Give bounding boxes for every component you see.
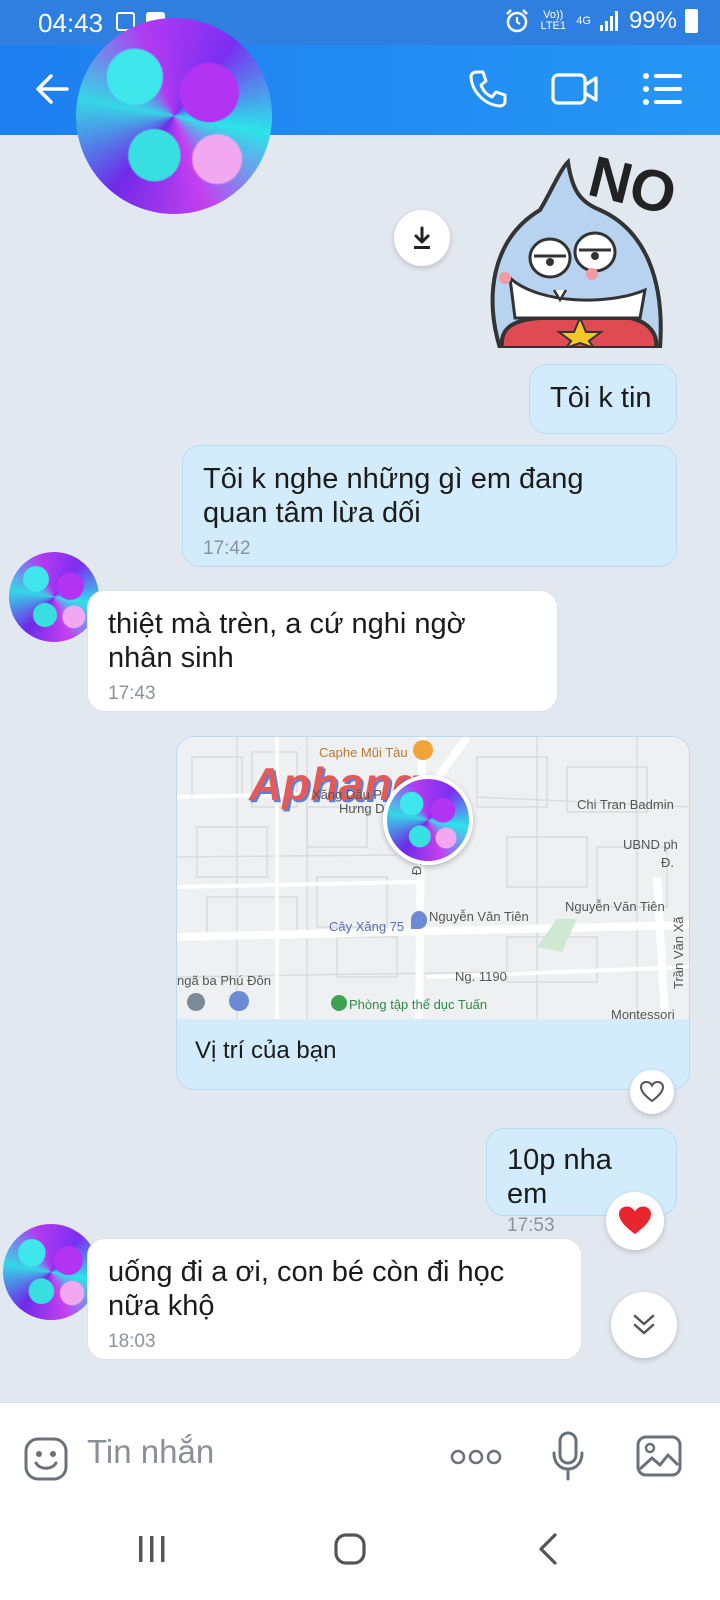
signal-icon <box>599 11 618 31</box>
map-label-montessori: Montessori <box>611 1007 675 1019</box>
shark-no-sticker: NO <box>490 144 680 348</box>
alarm-icon <box>506 9 529 33</box>
microphone-icon[interactable] <box>552 1431 584 1481</box>
map-label-d-right: Đ. <box>661 855 674 870</box>
phone-icon[interactable] <box>468 69 508 109</box>
message-text: uống đi a ơi, con bé còn đi học nữa khộ <box>108 1256 505 1322</box>
home-icon[interactable] <box>334 1532 366 1566</box>
reaction-heart-badge[interactable] <box>606 1192 664 1250</box>
sticker-emoji-icon[interactable] <box>24 1437 68 1481</box>
message-composer: Tin nhắn <box>0 1402 720 1522</box>
heart-outline-icon <box>640 1081 664 1103</box>
message-time: 17:43 <box>108 683 156 704</box>
map-preview[interactable]: Caphe Mũi Tàu Aphang Xăng Dầu P Hưng D C… <box>177 737 689 1019</box>
location-marker-avatar[interactable] <box>383 775 473 865</box>
battery-percent: 99% <box>628 7 677 34</box>
back-nav-icon[interactable] <box>536 1532 560 1566</box>
network-type: 4G <box>576 14 591 27</box>
message-bubble-theirs[interactable]: uống đi a ơi, con bé còn đi học nữa khộ … <box>87 1238 582 1360</box>
message-bubble-theirs[interactable]: thiệt mà trèn, a cứ nghi ngờ nhân sinh 1… <box>87 590 558 712</box>
double-chevron-down-icon <box>633 1314 655 1335</box>
map-label-street1: Nguyễn Văn Tiên <box>429 909 529 924</box>
gym-pin-icon <box>331 995 347 1011</box>
scroll-to-bottom-button[interactable] <box>611 1292 677 1358</box>
download-sticker-button[interactable] <box>394 210 450 266</box>
status-bar: 04:43 Vo)) LTE1 4G 99% <box>0 0 720 45</box>
map-label-gym: Phòng tập thể dục Tuấn <box>349 997 488 1012</box>
location-caption: Vị trí của bạn <box>195 1037 337 1064</box>
status-time: 04:43 <box>38 8 104 38</box>
back-icon[interactable] <box>34 71 70 107</box>
message-input[interactable]: Tin nhắn <box>87 1433 214 1471</box>
map-label-badminton: Chi Tran Badmin <box>577 797 674 812</box>
map-label-tran: Trần Văn Xã <box>671 916 686 989</box>
map-label-ubnd: UBND ph <box>623 837 678 852</box>
message-text: 10p nha em <box>507 1144 612 1210</box>
message-text: Tôi k tin <box>550 382 652 414</box>
map-label-ng: Ng. 1190 <box>455 969 507 984</box>
message-bubble-mine[interactable]: Tôi k tin <box>529 364 677 434</box>
download-icon <box>414 226 430 249</box>
battery-icon <box>685 9 698 33</box>
system-nav-bar <box>0 1522 720 1600</box>
location-card[interactable]: Caphe Mũi Tàu Aphang Xăng Dầu P Hưng D C… <box>176 736 690 1090</box>
heart-filled-icon <box>619 1206 651 1235</box>
message-time: 18:03 <box>108 1331 156 1352</box>
more-options-icon[interactable] <box>450 1447 502 1467</box>
menu-list-icon[interactable] <box>642 71 684 107</box>
place-pin-icon <box>187 993 205 1011</box>
video-call-icon[interactable] <box>551 69 599 109</box>
map-label-gas2: Cây Xăng 75 <box>329 919 405 934</box>
map-label-gas1: Xăng Dầu P <box>312 787 383 802</box>
image-gallery-icon[interactable] <box>636 1435 682 1477</box>
map-label-street2: Nguyễn Văn Tiên <box>565 899 665 914</box>
message-text: Tôi k nghe những gì em đang quan tâm lừa… <box>203 463 584 529</box>
message-text: thiệt mà trèn, a cứ nghi ngờ nhân sinh <box>108 608 466 674</box>
like-button[interactable] <box>630 1070 674 1114</box>
map-label-gas1b: Hưng D <box>339 801 385 816</box>
sender-avatar[interactable] <box>3 1224 99 1320</box>
message-bubble-mine[interactable]: Tôi k nghe những gì em đang quan tâm lừa… <box>182 445 677 567</box>
sender-avatar[interactable] <box>9 552 99 642</box>
message-time: 17:42 <box>203 538 251 559</box>
contact-avatar[interactable] <box>76 18 272 214</box>
map-label-phudon: ngã ba Phú Đôn <box>177 973 271 988</box>
gas-pin-icon <box>411 911 427 929</box>
recent-apps-icon[interactable] <box>136 1534 168 1564</box>
volte-indicator: Vo)) LTE1 <box>540 9 566 32</box>
shop-pin-icon <box>229 991 249 1011</box>
